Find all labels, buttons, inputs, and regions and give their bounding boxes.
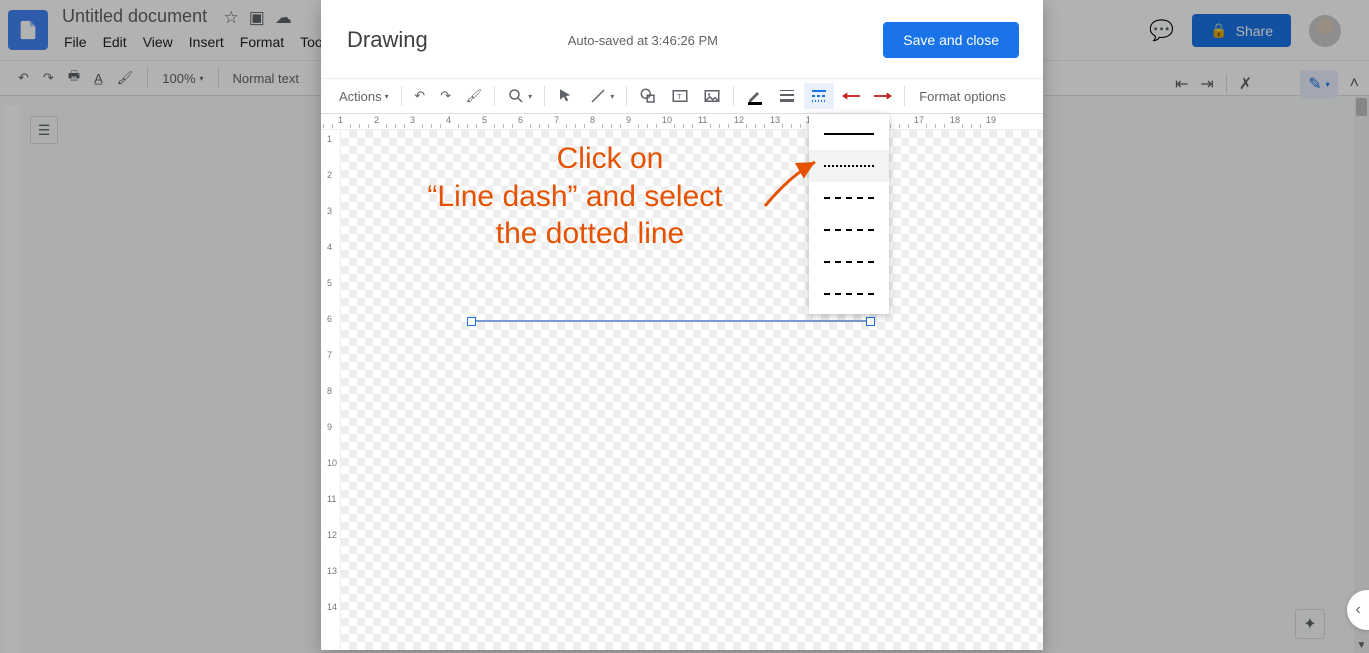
- ruler-tick: 13: [770, 115, 780, 125]
- drawing-vertical-ruler: 1234567891011121314: [321, 130, 341, 650]
- line-tool[interactable]: [583, 83, 620, 109]
- selected-line-shape[interactable]: [471, 320, 871, 322]
- drawing-canvas-wrap: 1234567891011121314: [321, 130, 1043, 650]
- dash-option-dotted[interactable]: [809, 150, 889, 182]
- image-icon: [703, 87, 721, 105]
- ruler-tick: 2: [327, 170, 332, 180]
- image-tool[interactable]: [697, 83, 727, 109]
- line-color-icon: [746, 87, 764, 105]
- shape-icon: [639, 87, 657, 105]
- ruler-tick: 12: [327, 530, 337, 540]
- drawing-dialog: Drawing Auto-saved at 3:46:26 PM Save an…: [321, 0, 1043, 650]
- select-tool[interactable]: [551, 83, 581, 109]
- line-icon: [589, 87, 607, 105]
- line-dash-icon: [810, 87, 828, 105]
- format-options-button[interactable]: Format options: [911, 83, 1014, 109]
- svg-text:T: T: [677, 92, 682, 101]
- line-end-icon: [874, 87, 892, 105]
- dash-option-dash-dot[interactable]: [809, 214, 889, 246]
- drawing-horizontal-ruler: 12345678910111213141516171819: [321, 114, 1043, 130]
- line-dash-button[interactable]: [804, 83, 834, 109]
- autosave-status: Auto-saved at 3:46:26 PM: [568, 33, 718, 48]
- textbox-tool[interactable]: T: [665, 83, 695, 109]
- cursor-icon: [557, 87, 575, 105]
- ruler-tick: 11: [327, 494, 336, 504]
- ruler-tick: 5: [482, 115, 487, 125]
- redo-icon[interactable]: ↷: [434, 83, 458, 109]
- ruler-tick: 18: [950, 115, 960, 125]
- dash-option-solid[interactable]: [809, 118, 889, 150]
- line-weight-button[interactable]: [772, 83, 802, 109]
- line-dash-menu: [809, 114, 889, 314]
- dash-option-long-dash[interactable]: [809, 246, 889, 278]
- ruler-tick: 10: [662, 115, 672, 125]
- line-color-button[interactable]: [740, 83, 770, 109]
- dash-option-dashed[interactable]: [809, 182, 889, 214]
- undo-icon[interactable]: ↶: [408, 83, 432, 109]
- ruler-tick: 3: [327, 206, 332, 216]
- ruler-tick: 9: [327, 422, 332, 432]
- ruler-tick: 1: [327, 134, 332, 144]
- textbox-icon: T: [671, 87, 689, 105]
- magnifier-icon: [507, 87, 525, 105]
- drawing-toolbar: Actions ↶ ↷ 🖌 T Format options: [321, 79, 1043, 114]
- dash-option-long-dash-dot[interactable]: [809, 278, 889, 310]
- ruler-tick: 4: [327, 242, 332, 252]
- shape-tool[interactable]: [633, 83, 663, 109]
- ruler-tick: 14: [327, 602, 337, 612]
- ruler-tick: 11: [698, 115, 707, 125]
- line-start-icon: [842, 87, 860, 105]
- line-weight-icon: [778, 87, 796, 105]
- ruler-tick: 19: [986, 115, 996, 125]
- ruler-tick: 1: [338, 115, 343, 125]
- drawing-title: Drawing: [347, 27, 428, 53]
- zoom-tool[interactable]: [501, 83, 538, 109]
- ruler-tick: 8: [590, 115, 595, 125]
- save-and-close-button[interactable]: Save and close: [883, 22, 1019, 58]
- ruler-tick: 13: [327, 566, 337, 576]
- ruler-tick: 9: [626, 115, 631, 125]
- ruler-tick: 10: [327, 458, 337, 468]
- actions-label: Actions: [339, 89, 382, 104]
- paint-format-icon[interactable]: 🖌: [460, 83, 489, 109]
- ruler-tick: 17: [914, 115, 924, 125]
- ruler-tick: 6: [518, 115, 523, 125]
- ruler-tick: 6: [327, 314, 332, 324]
- ruler-tick: 5: [327, 278, 332, 288]
- ruler-tick: 12: [734, 115, 744, 125]
- line-end-button[interactable]: [868, 83, 898, 109]
- ruler-tick: 2: [374, 115, 379, 125]
- ruler-tick: 7: [554, 115, 559, 125]
- ruler-tick: 8: [327, 386, 332, 396]
- ruler-tick: 7: [327, 350, 332, 360]
- line-start-button[interactable]: [836, 83, 866, 109]
- drawing-dialog-header: Drawing Auto-saved at 3:46:26 PM Save an…: [321, 0, 1043, 79]
- drawing-canvas[interactable]: [341, 130, 1043, 650]
- actions-menu[interactable]: Actions: [333, 83, 395, 109]
- ruler-tick: 3: [410, 115, 415, 125]
- ruler-tick: 4: [446, 115, 451, 125]
